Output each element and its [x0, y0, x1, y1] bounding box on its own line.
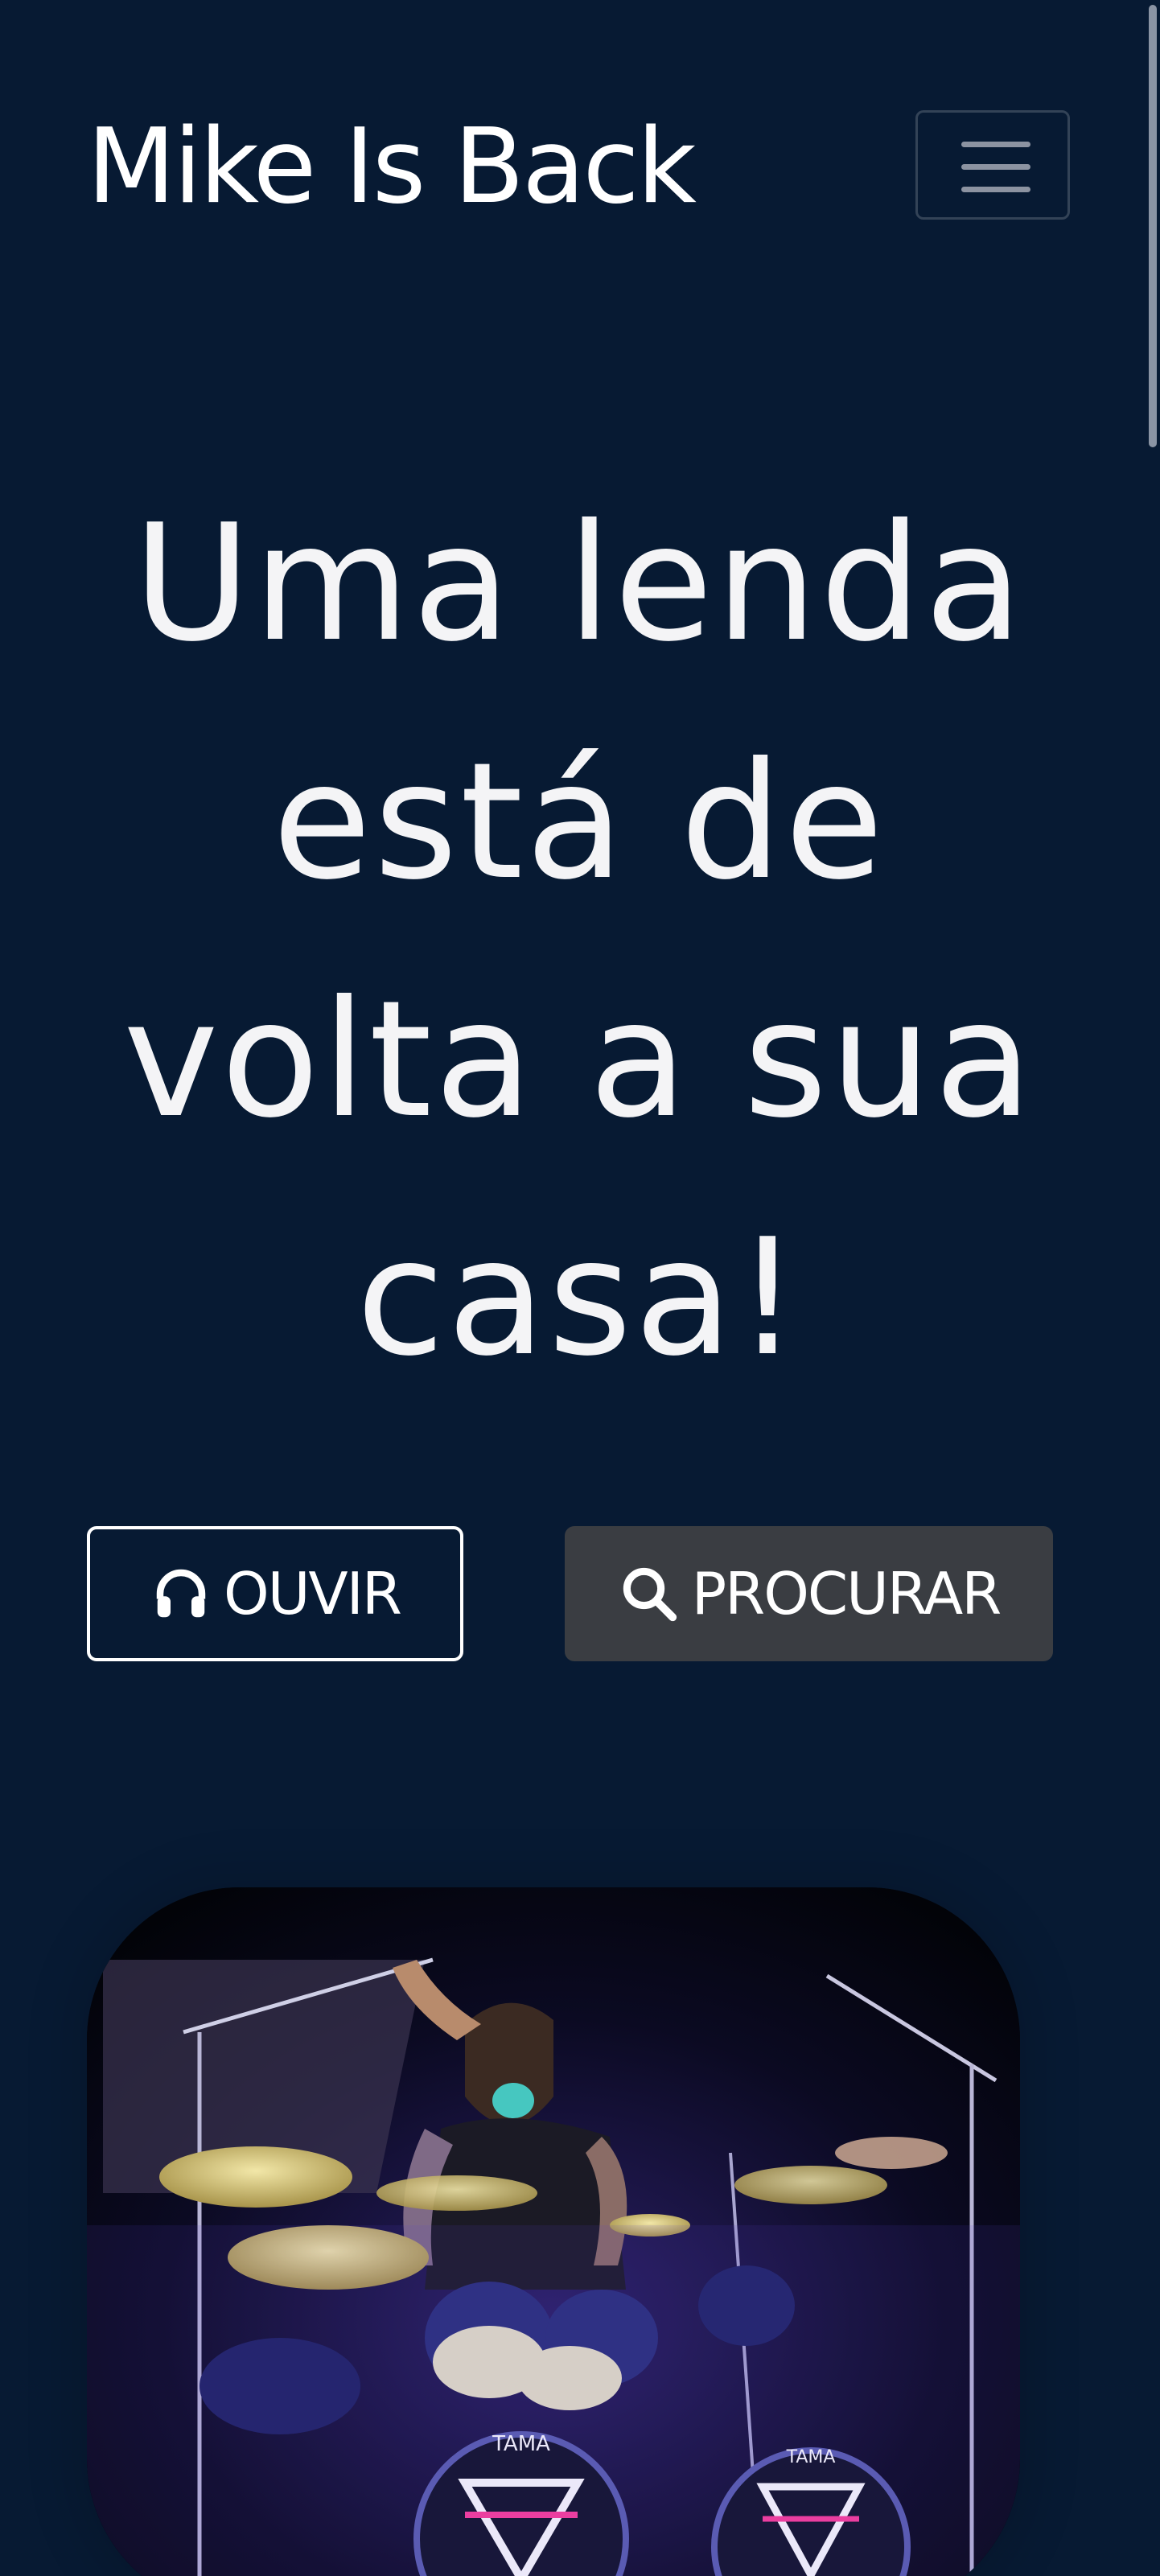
headphones-icon [150, 1562, 212, 1625]
listen-button[interactable]: OUVIR [87, 1526, 463, 1661]
search-button-label: PROCURAR [691, 1560, 1002, 1627]
scrollbar[interactable] [1146, 0, 1160, 2576]
navbar-toggler-button[interactable] [915, 110, 1070, 220]
listen-button-label: OUVIR [224, 1560, 402, 1627]
page: Mike Is Back Uma lenda está de volta a s… [0, 0, 1160, 2576]
drummer-on-stage-photo: TAMA TAMA [87, 1887, 1020, 2576]
scrollbar-thumb[interactable] [1149, 5, 1157, 447]
navbar-brand[interactable]: Mike Is Back [87, 103, 697, 232]
search-button[interactable]: PROCURAR [565, 1526, 1053, 1661]
hero-title: Uma lenda está de volta a sua casa! [123, 490, 1035, 1392]
search-icon [618, 1562, 681, 1625]
